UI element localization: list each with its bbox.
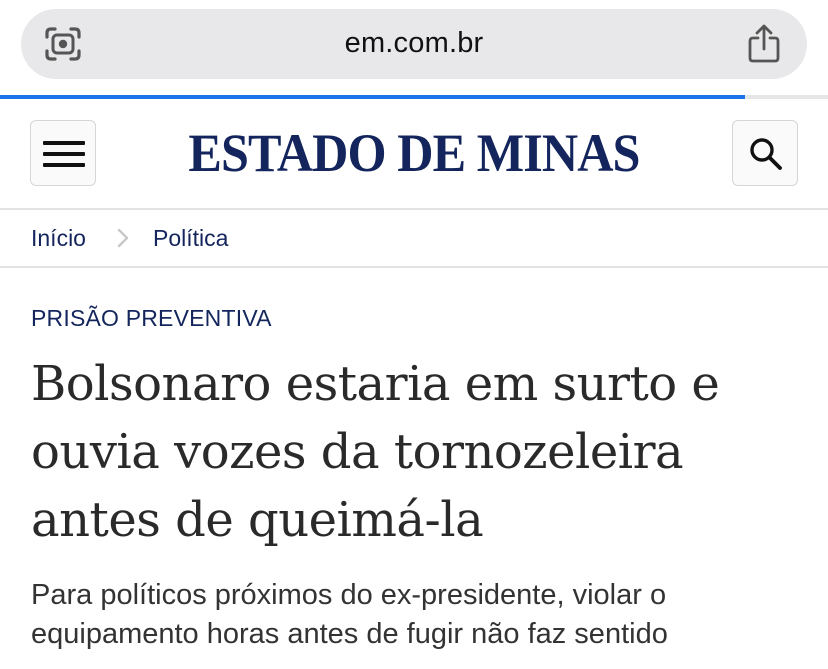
breadcrumb: Início Política: [0, 210, 828, 268]
article-kicker[interactable]: PRISÃO PREVENTIVA: [31, 305, 272, 332]
chevron-right-icon: [117, 228, 129, 248]
search-icon: [750, 138, 782, 170]
browser-toolbar: em.com.br: [0, 0, 828, 99]
address-bar[interactable]: em.com.br: [21, 9, 807, 79]
url-text[interactable]: em.com.br: [21, 9, 807, 79]
site-header: ESTADO DE MINAS: [0, 99, 828, 210]
breadcrumb-section-link[interactable]: Política: [153, 210, 228, 266]
site-logo[interactable]: ESTADO DE MINAS: [29, 120, 799, 186]
search-button[interactable]: [732, 120, 798, 186]
article-subtitle: Para políticos próximos do ex-presidente…: [31, 579, 668, 650]
breadcrumb-home-link[interactable]: Início: [31, 210, 86, 266]
article-headline: Bolsonaro estaria em surto e ouvia vozes…: [31, 356, 720, 548]
share-icon[interactable]: [747, 23, 781, 63]
